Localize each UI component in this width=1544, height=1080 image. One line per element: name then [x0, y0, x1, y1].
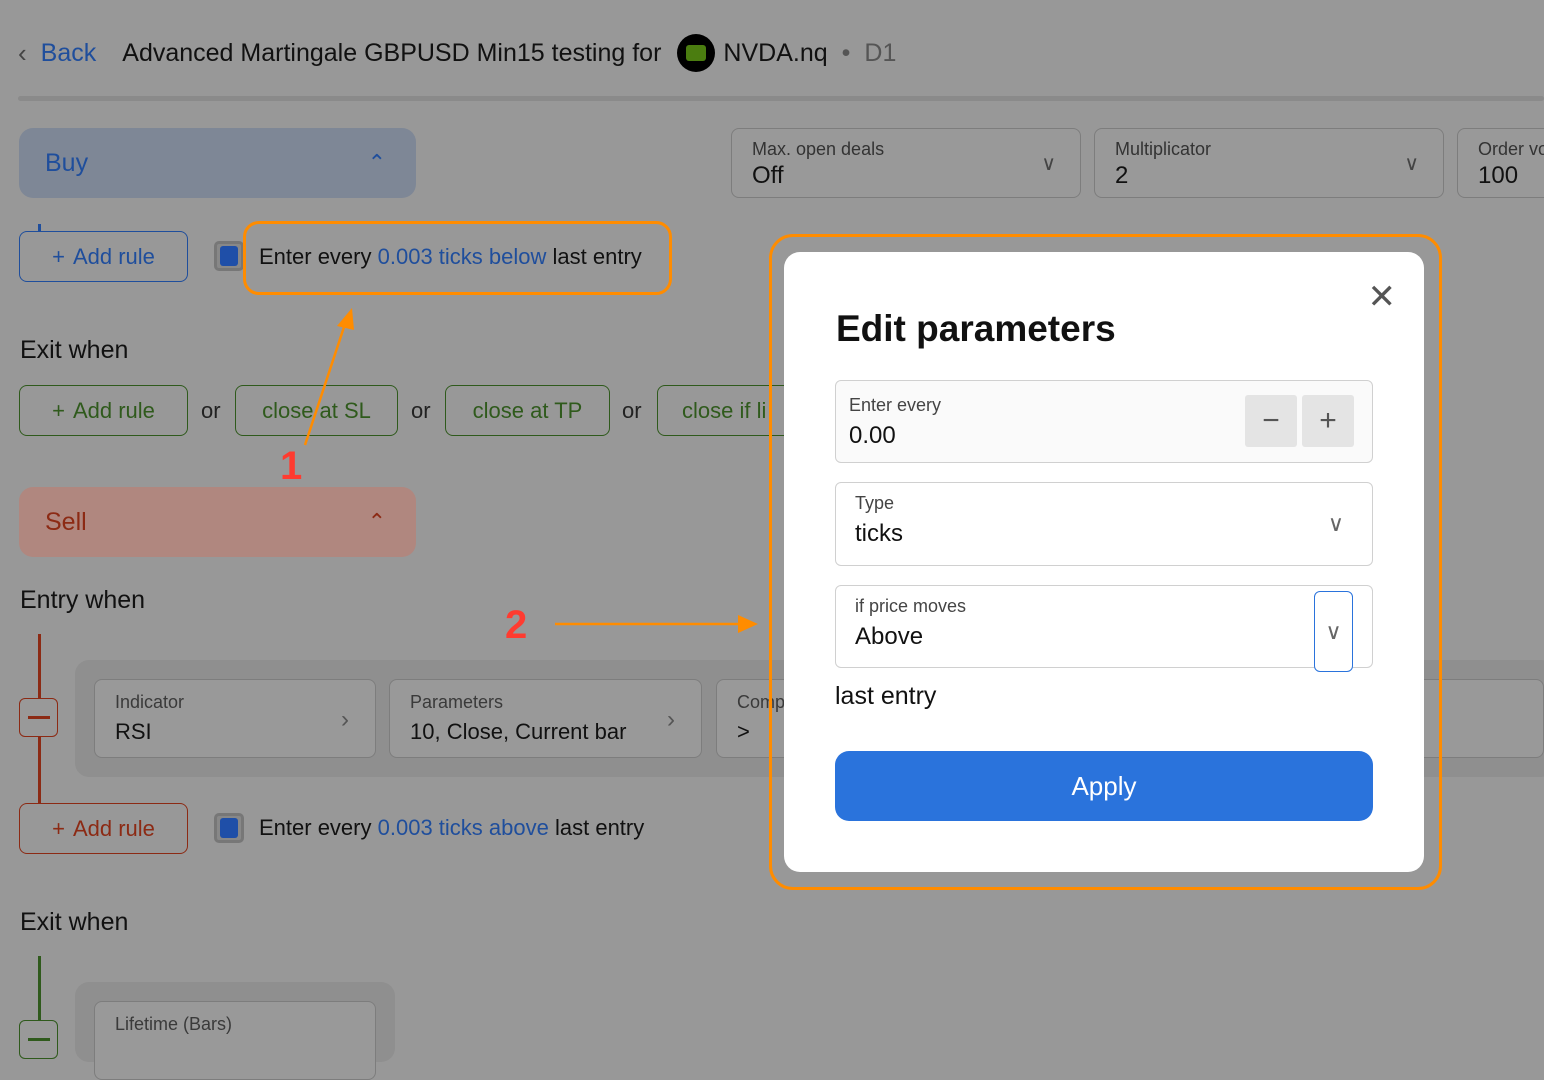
type-dropdown[interactable]: Type ticks ∨ — [835, 482, 1373, 566]
annotation-number-2: 2 — [505, 603, 528, 647]
edit-parameters-modal: Edit parameters ✕ Enter every 0.00 − + T… — [784, 252, 1424, 872]
arrow-1 — [303, 317, 349, 446]
apply-button[interactable]: Apply — [835, 751, 1373, 821]
chevron-down-icon: ∨ — [1327, 511, 1344, 536]
modal-title: Edit parameters — [836, 308, 1116, 349]
increment-button[interactable]: + — [1302, 395, 1354, 447]
annotation-number-1: 1 — [280, 444, 303, 488]
enter-every-stepper[interactable]: Enter every 0.00 − + — [835, 380, 1373, 463]
decrement-button[interactable]: − — [1245, 395, 1297, 447]
arrow-1-head — [337, 308, 354, 330]
arrow-2-head — [738, 615, 758, 633]
chevron-down-icon[interactable]: ∨ — [1314, 591, 1353, 672]
last-entry-label: last entry — [835, 682, 937, 710]
price-moves-dropdown[interactable]: if price moves Above ∨ — [835, 585, 1373, 672]
close-icon[interactable]: ✕ — [1368, 280, 1397, 314]
